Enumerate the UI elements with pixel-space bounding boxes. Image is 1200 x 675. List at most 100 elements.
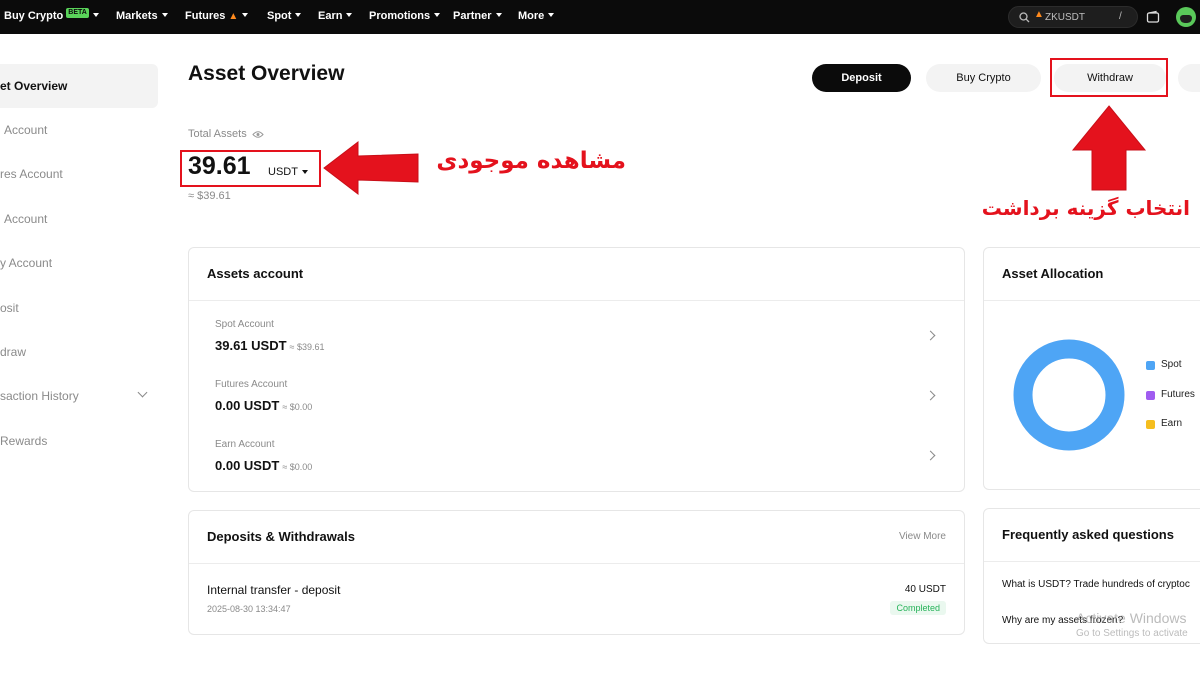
top-navigation-bar: Buy Crypto BETA Markets Futures ▲ Spot Ea… bbox=[0, 0, 1200, 34]
chevron-down-icon bbox=[242, 13, 249, 18]
deposits-withdrawals-card: Deposits & Withdrawals View More Interna… bbox=[188, 510, 965, 635]
nav-futures-label: Futures bbox=[185, 10, 226, 22]
total-balance-value: 39.61 bbox=[188, 152, 251, 180]
chevron-down-icon bbox=[434, 13, 441, 18]
avatar[interactable] bbox=[1176, 7, 1196, 27]
withdraw-highlight-box bbox=[1050, 58, 1168, 97]
deposit-button[interactable]: Deposit bbox=[812, 64, 911, 92]
nav-markets[interactable]: Markets bbox=[116, 0, 168, 34]
nav-markets-label: Markets bbox=[116, 10, 158, 22]
fire-icon: ▲ bbox=[228, 11, 239, 22]
earn-account-amount: 0.00 USDT bbox=[215, 458, 280, 473]
nav-buy-crypto[interactable]: Buy Crypto BETA bbox=[4, 0, 99, 34]
sidebar-item-label: Account bbox=[4, 123, 48, 137]
sidebar-item-label: Rewards bbox=[0, 434, 48, 448]
sidebar-item-label: saction History bbox=[0, 389, 79, 403]
search-shortcut-key: / bbox=[1119, 11, 1122, 22]
status-badge: Completed bbox=[890, 601, 946, 615]
buy-crypto-button[interactable]: Buy Crypto bbox=[926, 64, 1041, 92]
balance-annotation-text: مشاهده موجودی bbox=[436, 148, 626, 174]
spot-account-amount: 39.61 USDT bbox=[215, 338, 287, 353]
futures-account-value: 0.00 USDT ≈ $0.00 bbox=[215, 398, 312, 413]
currency-label: USDT bbox=[268, 166, 298, 178]
sidebar-item-withdraw[interactable]: draw bbox=[0, 331, 158, 371]
total-assets-label: Total Assets bbox=[188, 128, 264, 140]
divider bbox=[984, 561, 1200, 562]
fire-icon: ▲ bbox=[1034, 9, 1044, 20]
earn-account-approx: ≈ $0.00 bbox=[282, 462, 313, 472]
sidebar-item-asset-overview[interactable]: et Overview bbox=[0, 64, 158, 108]
legend-swatch-spot bbox=[1146, 361, 1155, 370]
windows-watermark-line-2: Go to Settings to activate bbox=[1076, 628, 1188, 639]
nav-futures[interactable]: Futures ▲ bbox=[185, 0, 249, 34]
sidebar-item-rewards[interactable]: Rewards bbox=[0, 420, 158, 460]
transaction-date: 2025-08-30 13:34:47 bbox=[207, 604, 291, 614]
sidebar-item-deposit[interactable]: osit bbox=[0, 287, 158, 327]
nav-spot[interactable]: Spot bbox=[267, 0, 302, 34]
earn-account-value: 0.00 USDT ≈ $0.00 bbox=[215, 458, 312, 473]
chevron-down-icon bbox=[548, 13, 555, 18]
nav-earn-label: Earn bbox=[318, 10, 343, 22]
search-input[interactable] bbox=[1045, 10, 1115, 24]
page-title: Asset Overview bbox=[188, 62, 345, 85]
currency-selector[interactable]: USDT bbox=[268, 166, 308, 178]
avatar-face-icon bbox=[1180, 15, 1192, 23]
caret-down-icon bbox=[301, 170, 308, 175]
nav-promotions[interactable]: Promotions bbox=[369, 0, 441, 34]
nav-earn[interactable]: Earn bbox=[318, 0, 353, 34]
beta-badge: BETA bbox=[66, 8, 89, 19]
futures-account-approx: ≈ $0.00 bbox=[282, 402, 313, 412]
total-assets-label-text: Total Assets bbox=[188, 128, 247, 140]
chevron-right-icon[interactable] bbox=[925, 330, 936, 341]
sidebar-item-spot-account[interactable]: Account bbox=[0, 109, 158, 149]
nav-more[interactable]: More bbox=[518, 0, 555, 34]
spot-account-value: 39.61 USDT ≈ $39.61 bbox=[215, 338, 325, 353]
sidebar-item-label: osit bbox=[0, 301, 19, 315]
divider bbox=[189, 300, 964, 301]
transaction-title: Internal transfer - deposit bbox=[207, 583, 341, 597]
legend-label-earn: Earn bbox=[1161, 418, 1183, 429]
chevron-down-icon bbox=[346, 13, 353, 18]
legend-label-futures: Futures bbox=[1161, 389, 1195, 400]
legend-swatch-earn bbox=[1146, 420, 1155, 429]
chevron-down-icon bbox=[161, 13, 168, 18]
chevron-right-icon[interactable] bbox=[925, 390, 936, 401]
nav-spot-label: Spot bbox=[267, 10, 292, 22]
chevron-down-icon bbox=[495, 13, 502, 18]
legend-label-spot: Spot bbox=[1161, 359, 1182, 370]
sidebar-item-copy-account[interactable]: y Account bbox=[0, 242, 158, 282]
sidebar-item-earn-account[interactable]: Account bbox=[0, 198, 158, 238]
transaction-amount: 40 USDT bbox=[904, 584, 946, 595]
futures-account-label: Futures Account bbox=[215, 379, 288, 390]
chevron-down-icon bbox=[137, 387, 148, 398]
windows-watermark-line-1: Activate Windows bbox=[1076, 610, 1187, 626]
earn-account-label: Earn Account bbox=[215, 439, 275, 450]
wallet-icon[interactable] bbox=[1146, 10, 1160, 24]
nav-partner-label: Partner bbox=[453, 10, 492, 22]
more-actions-button[interactable] bbox=[1178, 64, 1200, 92]
view-more-link[interactable]: View More bbox=[899, 531, 946, 542]
faq-title: Frequently asked questions bbox=[1002, 527, 1174, 542]
chevron-down-icon bbox=[295, 13, 302, 18]
asset-allocation-card: Asset Allocation Spot Futures Earn bbox=[983, 247, 1200, 490]
futures-account-amount: 0.00 USDT bbox=[215, 398, 280, 413]
sidebar-item-transaction-history[interactable]: saction History bbox=[0, 375, 158, 415]
sidebar-item-label: draw bbox=[0, 345, 27, 359]
donut-segment-spot bbox=[1013, 339, 1125, 451]
sidebar-item-futures-account[interactable]: res Account bbox=[0, 153, 158, 193]
nav-more-label: More bbox=[518, 10, 545, 22]
sidebar-item-label: res Account bbox=[0, 167, 63, 181]
spot-account-approx: ≈ $39.61 bbox=[289, 342, 325, 352]
divider bbox=[984, 300, 1200, 301]
chevron-right-icon[interactable] bbox=[925, 450, 936, 461]
assets-account-title: Assets account bbox=[207, 266, 304, 281]
total-balance-approx: ≈ $39.61 bbox=[188, 190, 231, 202]
divider bbox=[189, 563, 964, 564]
nav-partner[interactable]: Partner bbox=[453, 0, 502, 34]
eye-icon[interactable] bbox=[252, 130, 264, 139]
search-bar[interactable]: ▲ / bbox=[1008, 6, 1138, 28]
asset-allocation-title: Asset Allocation bbox=[1002, 266, 1104, 281]
faq-question-1[interactable]: What is USDT? Trade hundreds of cryptoc bbox=[1002, 579, 1190, 590]
search-icon bbox=[1019, 12, 1030, 23]
allocation-donut-chart bbox=[1013, 339, 1125, 451]
